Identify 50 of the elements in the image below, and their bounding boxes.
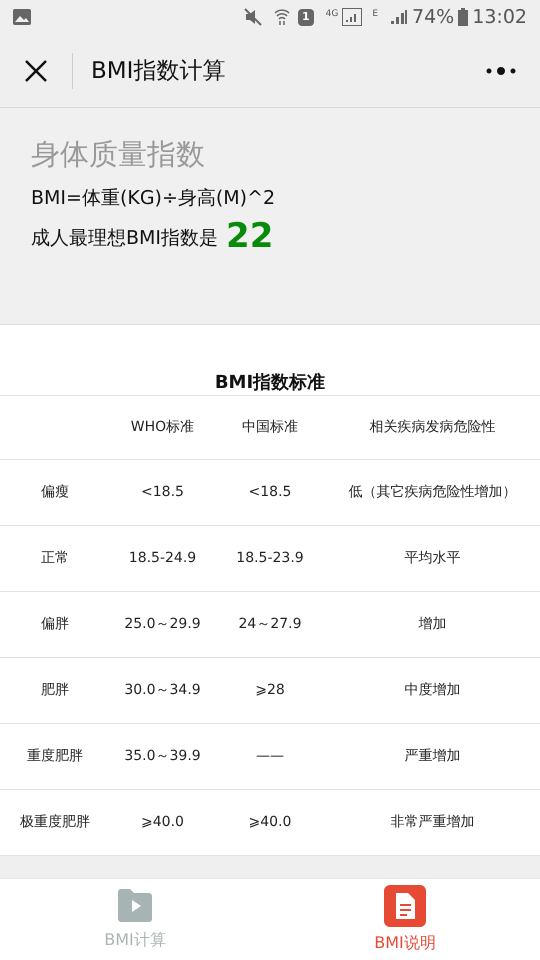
table-cell-text: 偏胖	[40, 615, 70, 634]
tab[interactable]: BMI计算	[0, 879, 270, 960]
table-cell-text: 25.0～29.9	[123, 615, 202, 634]
table-cell-text: 非常严重增加	[390, 813, 476, 832]
table-cell-text: 中度增加	[404, 681, 462, 700]
battery-percent: 74%	[412, 5, 454, 30]
table-cell-text: <18.5	[248, 483, 292, 502]
table-cell-text: 平均水平	[404, 549, 462, 568]
page-title: BMI指数计算	[91, 56, 226, 86]
column-header: 相关疾病发病危险性	[368, 418, 496, 438]
table-cell-text: 35.0～39.9	[123, 747, 202, 766]
table-cell-text: ⩾40.0	[140, 813, 185, 832]
more-icon	[486, 66, 516, 76]
bmi-formula: BMI=体重(KG)÷身高(M)^2	[31, 186, 276, 212]
mute-icon	[244, 8, 262, 26]
table-cell-text: 正常	[40, 549, 70, 568]
sim-badge: 1	[298, 9, 314, 26]
battery-icon	[458, 8, 468, 26]
table-cell-text: 极重度肥胖	[19, 813, 91, 832]
table-cell-text: 18.5-24.9	[128, 549, 198, 568]
image-icon	[13, 9, 31, 26]
table-title: BMI指数标准	[214, 371, 326, 396]
table-cell-text: 18.5-23.9	[235, 549, 305, 568]
folder-play-icon	[116, 888, 154, 924]
table-cell-text: 低（其它疾病危险性增加）	[348, 483, 518, 502]
signal-icon	[342, 8, 362, 26]
table-cell-text: 严重增加	[404, 747, 462, 766]
signal-icon	[390, 9, 408, 26]
table-cell-text: 重度肥胖	[26, 747, 84, 766]
table-cell-text: <18.5	[140, 483, 185, 502]
column-header: 中国标准	[241, 418, 299, 438]
ideal-label: 成人最理想BMI指数是	[31, 226, 218, 252]
ideal-value: 22	[226, 218, 274, 253]
table-cell-text: 增加	[418, 615, 448, 634]
wifi-icon	[274, 8, 290, 26]
table-cell-text: 24～27.9	[238, 615, 302, 634]
network-label: 4G	[326, 8, 338, 21]
info-heading: 身体质量指数	[31, 136, 206, 172]
document-icon	[384, 884, 426, 927]
table-cell-text: ——	[255, 747, 285, 766]
table-cell-text: 肥胖	[40, 681, 70, 700]
table-cell-text: 30.0～34.9	[123, 681, 202, 700]
table-cell-text: ⩾40.0	[248, 813, 292, 832]
table-cell-text: 偏瘦	[40, 483, 70, 502]
clock-time: 13:02	[472, 5, 527, 30]
close-icon	[24, 58, 48, 83]
tab[interactable]: BMI说明	[270, 879, 540, 960]
column-header: WHO标准	[130, 418, 196, 438]
network-label: E	[372, 8, 378, 21]
table-cell-text: ⩾28	[254, 681, 286, 700]
